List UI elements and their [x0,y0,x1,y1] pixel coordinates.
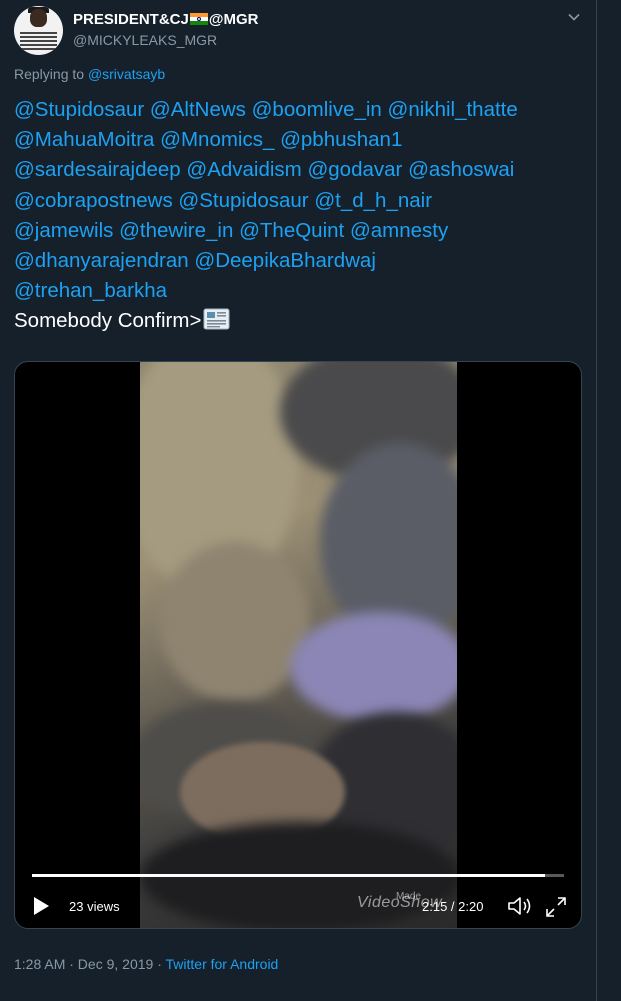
mention-link[interactable]: @ashoswai [408,158,514,181]
mention-line: @trehan_barkha [14,276,584,306]
tweet-timestamp[interactable]: 1:28 AM · Dec 9, 2019 [14,956,153,972]
video-progress-fill [32,874,545,877]
view-count: 23 views [69,899,120,914]
fullscreen-icon[interactable] [545,896,567,918]
user-handle[interactable]: @MICKYLEAKS_MGR [73,32,217,48]
mention-link[interactable]: @sardesairajdeep [14,158,181,181]
mention-link[interactable]: @DeepikaBhardwaj [194,249,376,272]
avatar-text-line [20,36,57,38]
tweet-source-link[interactable]: Twitter for Android [166,956,279,972]
tweet-detail: PRESIDENT&CJ @MGR @MICKYLEAKS_MGR Replyin… [0,0,597,1001]
mention-line: @cobrapostnews @Stupidosaur @t_d_h_nair [14,186,584,216]
mention-line: @sardesairajdeep @Advaidism @godavar @as… [14,155,584,185]
mention-link[interactable]: @pbhushan1 [280,128,402,151]
mention-link[interactable]: @dhanyarajendran [14,249,189,272]
mention-link[interactable]: @MahuaMoitra [14,128,154,151]
tweet-header: PRESIDENT&CJ @MGR @MICKYLEAKS_MGR [14,6,584,56]
newspaper-icon [203,308,230,330]
avatar-text-line [20,44,57,46]
replying-to-link[interactable]: @srivatsayb [88,66,165,82]
mention-link[interactable]: @Advaidism [186,158,301,181]
mention-link[interactable]: @Stupidosaur [14,98,144,121]
mention-line: @MahuaMoitra @Mnomics_ @pbhushan1 [14,125,584,155]
video-frame[interactable] [140,362,457,928]
mention-link[interactable]: @AltNews [150,98,246,121]
replying-to: Replying to @srivatsayb [14,66,165,82]
mention-link[interactable]: @trehan_barkha [14,279,167,302]
avatar-text-line [20,40,57,42]
tweet-text: @Stupidosaur @AltNews @boomlive_in @nikh… [14,95,584,337]
volume-icon[interactable] [507,895,533,917]
display-name-suffix: @MGR [208,11,259,28]
mention-link[interactable]: @thewire_in [119,219,233,242]
mention-link[interactable]: @Mnomics_ [160,128,274,151]
mention-link[interactable]: @boomlive_in [252,98,382,121]
display-name-prefix: PRESIDENT&CJ [73,11,189,28]
avatar-face [30,9,47,27]
mention-link[interactable]: @cobrapostnews [14,189,173,212]
chevron-down-icon[interactable] [567,10,581,24]
tweet-meta: 1:28 AM · Dec 9, 2019 · Twitter for Andr… [14,956,278,972]
meta-separator: · [153,956,166,972]
video-player[interactable]: 23 views Made VideoShow 2:15 / 2:20 [14,361,582,929]
mention-link[interactable]: @amnesty [350,219,448,242]
mention-link[interactable]: @t_d_h_nair [314,189,432,212]
avatar-text-line [20,48,57,50]
mention-link[interactable]: @godavar [307,158,402,181]
india-flag-icon [189,13,208,25]
video-progress-bar[interactable] [32,874,564,877]
video-blur-shape [290,612,457,722]
replying-label: Replying to [14,66,88,82]
display-name[interactable]: PRESIDENT&CJ @MGR [73,11,258,28]
video-timecode: 2:15 / 2:20 [422,899,484,914]
avatar[interactable] [14,6,63,55]
body-line: Somebody Confirm> [14,306,584,336]
mention-link[interactable]: @nikhil_thatte [388,98,518,121]
mention-line: @dhanyarajendran @DeepikaBhardwaj [14,246,584,276]
avatar-text-line [20,32,57,34]
mention-link[interactable]: @Stupidosaur [178,189,308,212]
play-icon[interactable] [31,895,51,917]
mention-line: @Stupidosaur @AltNews @boomlive_in @nikh… [14,95,584,125]
mention-link[interactable]: @jamewils [14,219,113,242]
mention-line: @jamewils @thewire_in @TheQuint @amnesty [14,216,584,246]
mention-link[interactable]: @TheQuint [239,219,344,242]
body-text: Somebody Confirm> [14,309,202,333]
video-blur-shape [160,542,310,702]
